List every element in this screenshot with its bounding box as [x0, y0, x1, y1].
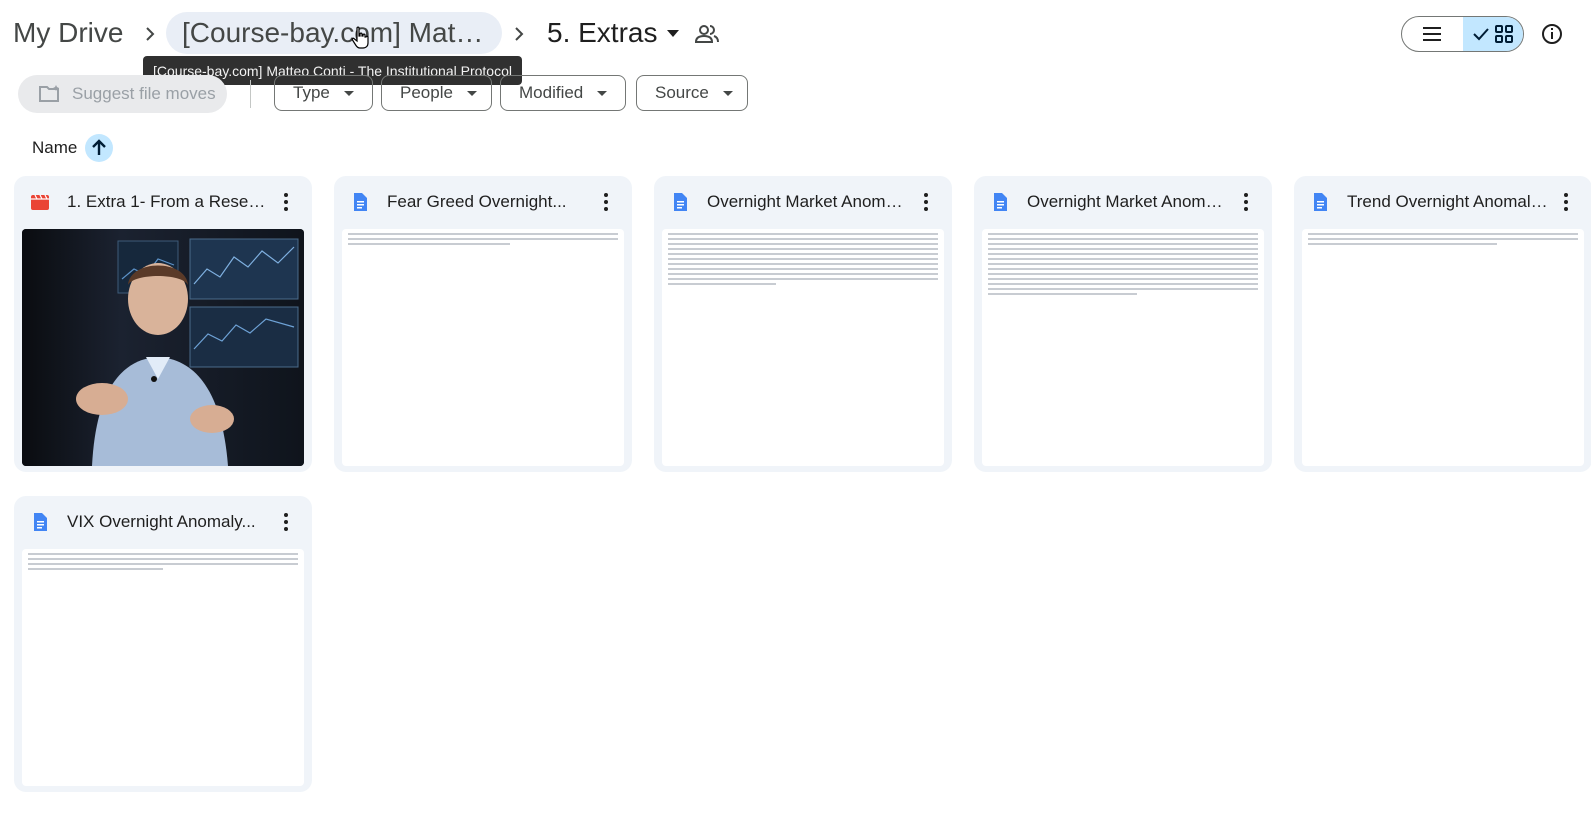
file-card-header: Overnight Market Anomal... — [654, 176, 952, 228]
document-thumbnail — [1302, 229, 1584, 466]
file-card[interactable]: Overnight Market Anomal... — [974, 176, 1272, 472]
breadcrumb-parent-folder[interactable]: [Course-bay.com] Matt... — [166, 12, 502, 54]
grid-view-button[interactable] — [1462, 17, 1523, 51]
filter-modified-chip[interactable]: Modified — [500, 75, 626, 111]
more-vert-icon[interactable] — [914, 190, 938, 214]
video-icon — [31, 194, 49, 210]
view-toggle — [1401, 16, 1524, 52]
doc-icon — [34, 513, 47, 531]
breadcrumb-current-label: 5. Extras — [547, 17, 658, 48]
document-preview-lines — [1308, 233, 1578, 248]
file-card-header: Trend Overnight Anomaly... — [1294, 176, 1591, 228]
list-icon — [1423, 27, 1442, 41]
document-thumbnail — [982, 229, 1264, 466]
caret-down-icon — [597, 90, 608, 96]
caret-down-icon — [722, 90, 733, 96]
chevron-right-icon — [142, 22, 158, 46]
doc-icon — [674, 193, 687, 211]
caret-down-icon — [667, 29, 680, 37]
document-thumbnail — [342, 229, 624, 466]
document-thumbnail — [22, 549, 304, 786]
file-card[interactable]: Overnight Market Anomal... — [654, 176, 952, 472]
more-vert-icon[interactable] — [1554, 190, 1578, 214]
suggest-file-moves-button[interactable]: Suggest file moves — [18, 75, 227, 113]
file-card-header: 1. Extra 1- From a Researc... — [14, 176, 312, 228]
file-card-header: Fear Greed Overnight... — [334, 176, 632, 228]
doc-icon — [1314, 193, 1327, 211]
sort-by-name[interactable]: Name — [32, 134, 114, 162]
document-preview-lines — [988, 233, 1258, 298]
more-vert-icon[interactable] — [274, 510, 298, 534]
check-icon — [1473, 28, 1489, 41]
doc-icon — [354, 193, 367, 211]
document-preview-lines — [348, 233, 618, 248]
file-card-header: Overnight Market Anomal... — [974, 176, 1272, 228]
breadcrumb-my-drive[interactable]: My Drive — [13, 12, 123, 54]
file-title: VIX Overnight Anomaly... — [67, 512, 256, 531]
filter-people-chip[interactable]: People — [381, 75, 492, 111]
video-thumbnail — [22, 229, 304, 466]
file-card[interactable]: Trend Overnight Anomaly... — [1294, 176, 1591, 472]
folder-suggest-icon — [39, 85, 59, 102]
more-vert-icon[interactable] — [274, 190, 298, 214]
document-preview-lines — [668, 233, 938, 288]
file-title: Fear Greed Overnight... — [387, 192, 567, 211]
file-title: Overnight Market Anomal... — [707, 192, 912, 211]
document-preview-lines — [28, 553, 298, 573]
file-title: 1. Extra 1- From a Researc... — [67, 192, 272, 211]
file-title: Trend Overnight Anomaly... — [1347, 192, 1552, 211]
filter-people-label: People — [400, 83, 453, 102]
filter-source-chip[interactable]: Source — [636, 75, 748, 111]
info-icon[interactable] — [1540, 22, 1564, 46]
list-view-button[interactable] — [1402, 17, 1463, 51]
chevron-right-icon — [511, 22, 527, 46]
document-thumbnail — [662, 229, 944, 466]
sort-ascending-button[interactable] — [85, 134, 114, 162]
file-card[interactable]: Fear Greed Overnight... — [334, 176, 632, 472]
shared-folder-icon[interactable] — [694, 23, 720, 45]
suggest-file-moves-label: Suggest file moves — [72, 84, 216, 103]
breadcrumb-current-folder[interactable]: 5. Extras — [547, 12, 680, 54]
hand-pointer-icon — [351, 26, 369, 49]
filter-modified-label: Modified — [519, 83, 584, 102]
filter-type-chip[interactable]: Type — [274, 75, 373, 111]
filter-source-label: Source — [655, 83, 709, 102]
more-vert-icon[interactable] — [594, 190, 618, 214]
file-card[interactable]: VIX Overnight Anomaly... — [14, 496, 312, 792]
caret-down-icon — [466, 90, 477, 96]
presenter-thumbnail-image — [22, 229, 304, 466]
filter-type-label: Type — [293, 83, 330, 102]
breadcrumb-parent-label: [Course-bay.com] Matt... — [182, 17, 486, 48]
more-vert-icon[interactable] — [1234, 190, 1258, 214]
file-title: Overnight Market Anomal... — [1027, 192, 1232, 211]
grid-icon — [1494, 25, 1513, 43]
file-card-header: VIX Overnight Anomaly... — [14, 496, 312, 548]
sort-label: Name — [32, 138, 78, 157]
caret-down-icon — [343, 90, 354, 96]
toolbar-divider — [250, 80, 251, 108]
file-card[interactable]: 1. Extra 1- From a Researc... — [14, 176, 312, 472]
arrow-up-icon — [92, 139, 107, 155]
doc-icon — [994, 193, 1007, 211]
